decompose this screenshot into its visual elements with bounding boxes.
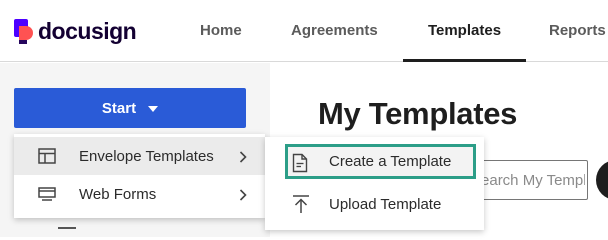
menu-item-label: Create a Template	[329, 153, 452, 170]
tab-reports[interactable]: Reports	[549, 0, 606, 62]
chevron-down-icon	[148, 106, 159, 112]
menu-item-label: Envelope Templates	[79, 147, 214, 165]
menu-item-label: Web Forms	[79, 185, 157, 203]
sidebar-item-icon	[58, 227, 76, 237]
menu-item-web-forms[interactable]: Web Forms	[14, 175, 265, 213]
menu-item-label: Upload Template	[329, 195, 442, 213]
menu-item-envelope-templates[interactable]: Envelope Templates	[14, 137, 265, 175]
start-button-label: Start	[101, 99, 137, 117]
docusign-logo-icon	[14, 18, 34, 45]
menu-item-create-template[interactable]: Create a Template	[285, 144, 476, 179]
web-form-icon	[38, 186, 56, 206]
tab-agreements[interactable]: Agreements	[291, 0, 378, 62]
search-input[interactable]	[471, 170, 585, 190]
upload-icon	[292, 194, 310, 218]
document-icon	[292, 153, 308, 177]
envelope-templates-submenu: Create a Template Upload Template	[265, 137, 484, 230]
logo-wordmark: docusign	[38, 18, 137, 44]
page-title: My Templates	[318, 96, 518, 131]
start-dropdown-menu: Envelope Templates Web Forms	[14, 134, 265, 218]
docusign-logo[interactable]: docusign	[14, 18, 137, 45]
chevron-right-icon	[239, 150, 247, 167]
menu-item-upload-template[interactable]: Upload Template	[265, 185, 484, 223]
tab-templates[interactable]: Templates	[403, 0, 526, 62]
start-button[interactable]: Start	[14, 88, 246, 128]
chevron-right-icon	[239, 188, 247, 205]
top-nav-bar: docusign Home Agreements Templates Repor…	[0, 0, 608, 62]
tab-home[interactable]: Home	[200, 0, 242, 62]
layout-icon	[38, 148, 56, 168]
filter-button[interactable]	[596, 160, 608, 200]
